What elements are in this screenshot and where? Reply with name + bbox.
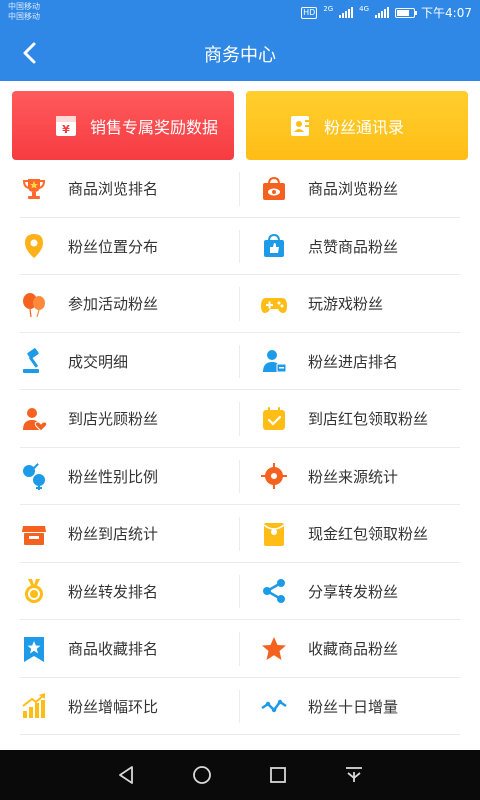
menu-item-fan-growth-ratio[interactable]: 粉丝增幅环比: [0, 678, 240, 736]
menu-item-fan-store-stats[interactable]: 粉丝到店统计: [0, 505, 240, 563]
menu-item-liked-product-fans[interactable]: 点赞商品粉丝: [240, 218, 480, 276]
menu-label: 粉丝进店排名: [308, 352, 399, 371]
menu-row: 商品浏览排名 商品浏览粉丝: [0, 160, 480, 218]
menu-row: 粉丝增幅环比 粉丝十日增量: [0, 678, 480, 736]
svg-text:¥: ¥: [62, 123, 70, 136]
signal-icon: [339, 7, 354, 18]
bookmark-star-icon: [24, 636, 44, 662]
menu-label: 粉丝十日增量: [308, 697, 399, 716]
balloons-icon: [23, 292, 45, 317]
menu-item-share-forward-fans[interactable]: 分享转发粉丝: [240, 563, 480, 621]
menu-row: 参加活动粉丝 玩游戏粉丝: [0, 275, 480, 333]
page-title: 商务中心: [204, 45, 276, 66]
target-icon: [261, 463, 287, 490]
gamepad-icon: [261, 297, 287, 313]
banner-label-sales: 销售专属奖励数据: [90, 117, 219, 137]
menu-row: 粉丝到店统计 现金红包领取粉丝: [0, 505, 480, 563]
sales-reward-data-button[interactable]: ¥ 销售专属奖励数据: [12, 91, 234, 160]
menu-row: 粉丝性别比例 粉丝来源统计: [0, 448, 480, 506]
menu-label: 粉丝性别比例: [68, 467, 159, 486]
menu-row: 商品收藏排名 收藏商品粉丝: [0, 620, 480, 678]
carrier-info: 中国移动 中国移动: [8, 2, 40, 22]
battery-icon: [395, 7, 418, 18]
store-icon: [22, 525, 46, 545]
menu-label: 玩游戏粉丝: [308, 295, 384, 314]
menu-label: 粉丝来源统计: [308, 467, 399, 486]
carrier-2: 中国移动: [8, 12, 40, 21]
banner-label-contacts: 粉丝通讯录: [324, 117, 405, 137]
gender-icon: [23, 463, 45, 491]
menu-label: 商品收藏排名: [68, 640, 159, 659]
network-2g-label: 2G: [323, 4, 334, 13]
menu-label: 粉丝到店统计: [68, 525, 159, 544]
menu-label: 到店光顾粉丝: [68, 410, 159, 429]
menu-label: 到店红包领取粉丝: [308, 410, 429, 429]
menu-row: 粉丝位置分布 点赞商品粉丝: [0, 218, 480, 276]
clock: 下午4:07: [421, 6, 472, 20]
menu-item-fan-store-ranking[interactable]: 粉丝进店排名: [240, 333, 480, 391]
menu-item-store-redpacket-fans[interactable]: 到店红包领取粉丝: [240, 390, 480, 448]
carrier-1: 中国移动: [8, 2, 40, 11]
notification-pulldown-icon[interactable]: [343, 764, 365, 786]
status-bar: 中国移动 中国移动 HD 2G 4G 下午4:07: [0, 0, 480, 24]
bar-chart-up-icon: [22, 693, 45, 719]
menu-label: 现金红包领取粉丝: [308, 525, 429, 544]
menu-row: 粉丝转发排名 分享转发粉丝: [0, 563, 480, 621]
system-nav-bar: [0, 750, 480, 800]
home-circle-icon[interactable]: [191, 764, 213, 786]
menu-label: 分享转发粉丝: [308, 582, 399, 601]
menu-grid: 商品浏览排名 商品浏览粉丝 粉丝位置分布 点赞商品粉丝 参加活动粉丝 玩游戏粉丝…: [0, 160, 480, 735]
location-pin-icon: [25, 234, 43, 259]
menu-item-store-visit-fans[interactable]: 到店光顾粉丝: [0, 390, 240, 448]
menu-row: 到店光顾粉丝 到店红包领取粉丝: [0, 390, 480, 448]
recent-apps-icon[interactable]: [267, 764, 289, 786]
menu-item-favorite-product-fans[interactable]: 收藏商品粉丝: [240, 620, 480, 678]
menu-item-product-favorite-ranking[interactable]: 商品收藏排名: [0, 620, 240, 678]
menu-label: 粉丝转发排名: [68, 582, 159, 601]
menu-label: 粉丝增幅环比: [68, 697, 159, 716]
menu-item-activity-fans[interactable]: 参加活动粉丝: [0, 275, 240, 333]
menu-row: 成交明细 粉丝进店排名: [0, 333, 480, 391]
menu-item-fan-location[interactable]: 粉丝位置分布: [0, 218, 240, 276]
menu-item-game-fans[interactable]: 玩游戏粉丝: [240, 275, 480, 333]
line-trend-icon: [261, 700, 287, 713]
medal-icon: [25, 579, 43, 604]
hd-icon: HD: [301, 6, 318, 19]
fan-contacts-button[interactable]: 粉丝通讯录: [246, 91, 468, 160]
header-bar: 商务中心: [0, 24, 480, 81]
red-envelope-icon: [263, 522, 285, 546]
status-icons: HD 2G 4G 下午4:07: [301, 4, 472, 21]
menu-item-fan-source-stats[interactable]: 粉丝来源统计: [240, 448, 480, 506]
user-heart-icon: [23, 407, 48, 432]
menu-item-fan-forward-ranking[interactable]: 粉丝转发排名: [0, 563, 240, 621]
calendar-check-icon: [263, 406, 285, 430]
menu-label: 成交明细: [68, 352, 129, 371]
share-icon: [263, 579, 285, 604]
menu-label: 商品浏览粉丝: [308, 180, 399, 199]
contact-book-icon: [291, 115, 309, 136]
menu-item-fan-ten-day-increase[interactable]: 粉丝十日增量: [240, 678, 480, 736]
gavel-icon: [23, 348, 39, 374]
trophy-icon: [22, 178, 46, 199]
menu-label: 收藏商品粉丝: [308, 640, 399, 659]
gift-box-icon: ¥: [56, 115, 76, 136]
menu-item-deal-details[interactable]: 成交明细: [0, 333, 240, 391]
menu-label: 商品浏览排名: [68, 180, 159, 199]
signal-icon-2: [375, 7, 390, 18]
network-4g-label: 4G: [359, 4, 370, 13]
shopping-bag-eye-icon: [263, 176, 285, 200]
star-icon: [262, 636, 286, 660]
menu-label: 粉丝位置分布: [68, 237, 159, 256]
back-triangle-icon[interactable]: [115, 764, 137, 786]
menu-label: 参加活动粉丝: [68, 295, 159, 314]
bag-thumb-up-icon: [264, 234, 284, 258]
menu-label: 点赞商品粉丝: [308, 237, 399, 256]
menu-item-fan-gender-ratio[interactable]: 粉丝性别比例: [0, 448, 240, 506]
menu-item-cash-redpacket-fans[interactable]: 现金红包领取粉丝: [240, 505, 480, 563]
user-store-icon: [263, 350, 287, 373]
menu-item-product-view-ranking[interactable]: 商品浏览排名: [0, 160, 240, 218]
menu-item-product-view-fans[interactable]: 商品浏览粉丝: [240, 160, 480, 218]
